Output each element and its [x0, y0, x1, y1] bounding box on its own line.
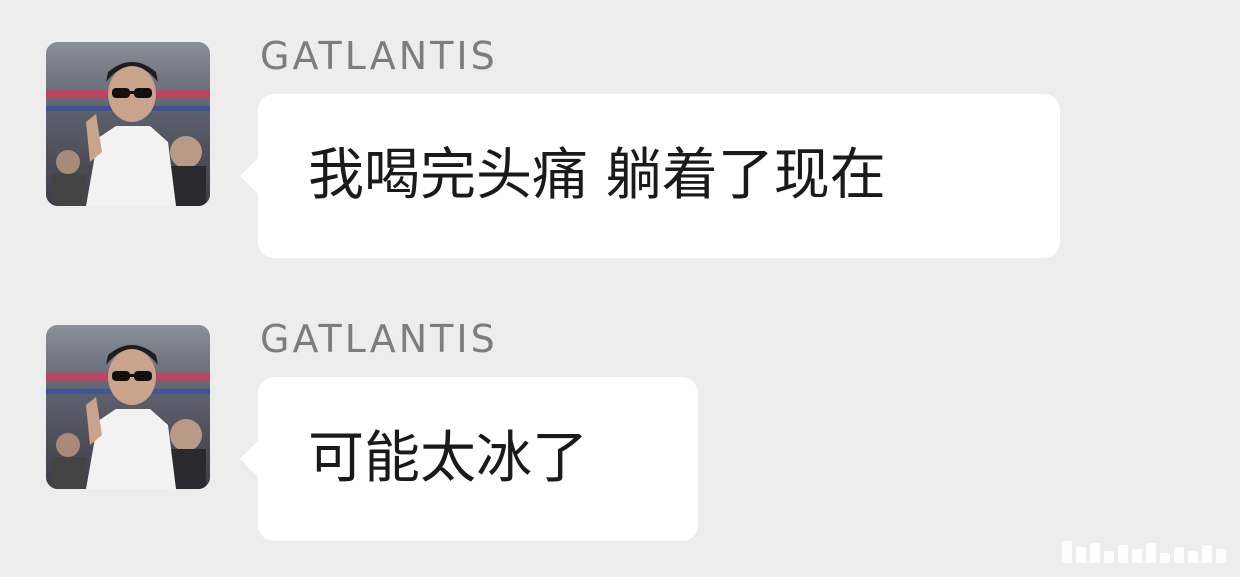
avatar-photo-icon — [46, 325, 210, 489]
sender-avatar[interactable] — [46, 325, 210, 489]
avatar-photo-icon — [46, 42, 210, 206]
message-bubble[interactable]: 我喝完头痛 躺着了现在 — [240, 94, 1060, 258]
sender-name: GATLANTIS — [260, 317, 498, 361]
message-text: 可能太冰了 — [308, 426, 588, 491]
watermark-icon — [1062, 541, 1226, 563]
sender-name: GATLANTIS — [260, 34, 498, 78]
message-bubble[interactable]: 可能太冰了 — [240, 377, 698, 541]
sender-avatar[interactable] — [46, 42, 210, 206]
message-text: 我喝完头痛 躺着了现在 — [308, 143, 886, 208]
